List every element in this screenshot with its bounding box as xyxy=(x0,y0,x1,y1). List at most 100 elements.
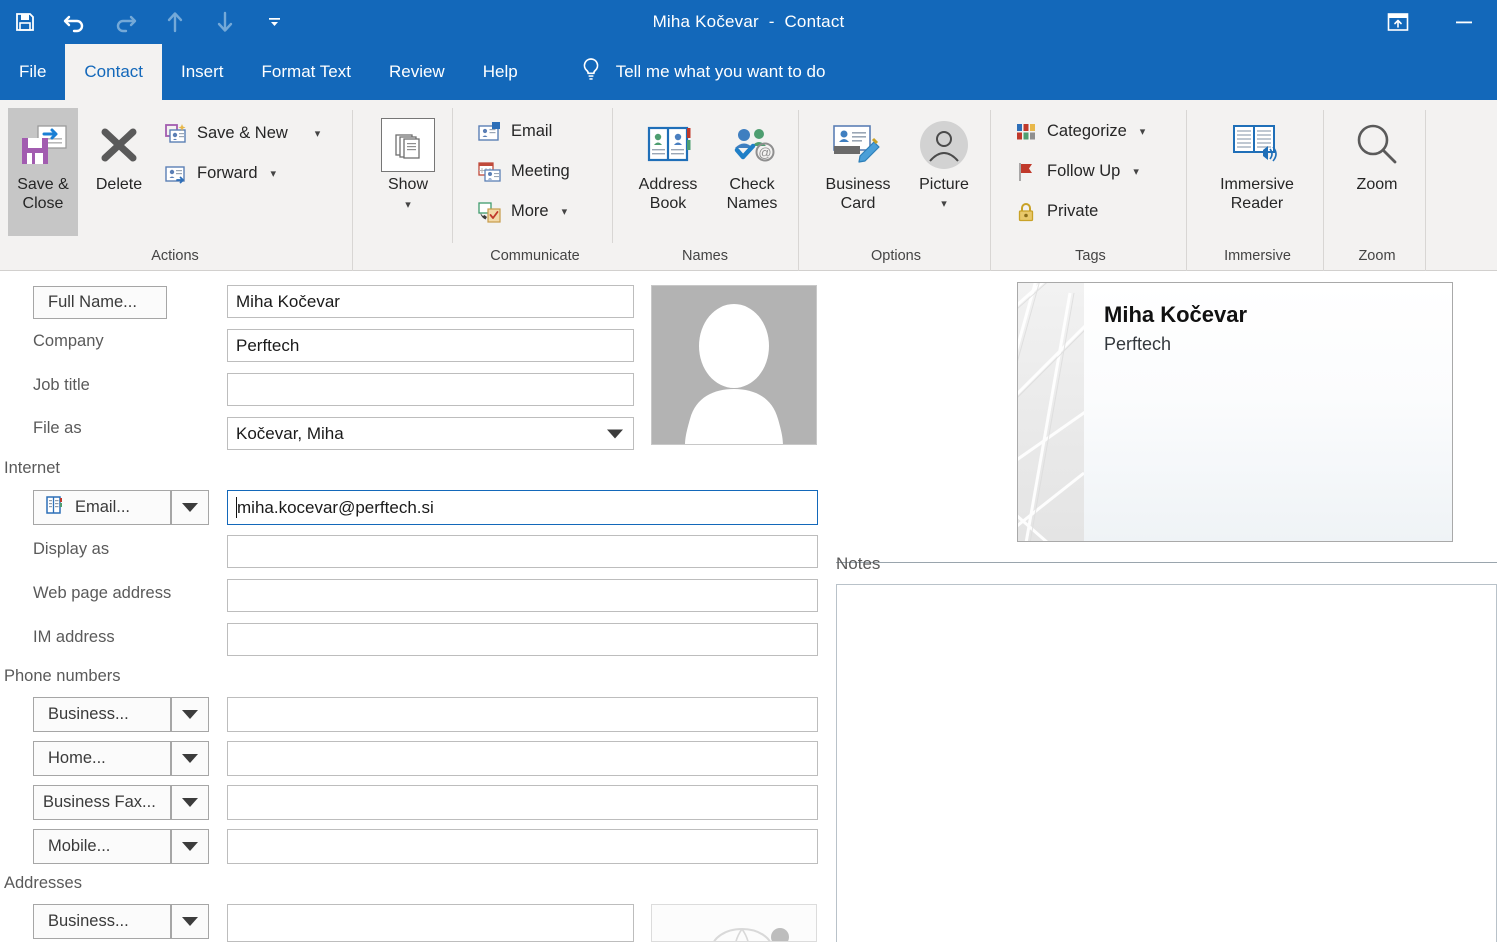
show-button[interactable]: Show ▾ xyxy=(370,108,446,236)
outlook-contact-window: Miha Kočevar - Contact File Contact Inse… xyxy=(0,0,1497,942)
private-button[interactable]: Private xyxy=(1010,194,1175,229)
email-input[interactable]: miha.kocevar@perftech.si xyxy=(227,490,818,525)
picture-button[interactable]: Picture ▾ xyxy=(906,108,982,236)
chevron-down-icon xyxy=(182,798,198,807)
phone-home-input[interactable] xyxy=(227,741,818,776)
im-address-input[interactable] xyxy=(227,623,818,656)
follow-up-button[interactable]: Follow Up ▾ xyxy=(1010,154,1175,189)
notes-textarea[interactable] xyxy=(836,584,1497,942)
address-type-business-dropdown[interactable] xyxy=(171,904,209,939)
undo-icon[interactable] xyxy=(50,0,100,44)
phone-type-home-button[interactable]: Home... xyxy=(33,741,171,776)
phone-type-business-fax-button[interactable]: Business Fax... xyxy=(33,785,171,820)
address-type-business-button[interactable]: Business... xyxy=(33,904,171,939)
chevron-down-icon[interactable]: ▾ xyxy=(315,127,321,140)
file-as-combobox[interactable]: Kočevar, Miha xyxy=(227,417,634,450)
ribbon-group-actions: Save & Close Delete Save & New ▾ Forward… xyxy=(0,100,350,270)
save-and-new-button[interactable]: Save & New ▾ xyxy=(160,116,335,151)
phone-mobile-input[interactable] xyxy=(227,829,818,864)
customize-quick-access-toolbar-icon[interactable] xyxy=(250,0,300,44)
previous-item-icon[interactable] xyxy=(150,0,200,44)
meeting-icon xyxy=(478,160,502,184)
tab-file[interactable]: File xyxy=(0,44,65,100)
email-type-dropdown[interactable] xyxy=(171,490,209,525)
tab-format-text[interactable]: Format Text xyxy=(243,44,370,100)
window-controls xyxy=(1365,0,1497,44)
phone-type-business-fax-dropdown[interactable] xyxy=(171,785,209,820)
map-preview[interactable] xyxy=(651,904,817,942)
display-as-input[interactable] xyxy=(227,535,818,568)
check-names-button[interactable]: @ Check Names xyxy=(712,108,792,236)
email-type-button[interactable]: Email... xyxy=(33,490,171,525)
delete-button[interactable]: Delete xyxy=(84,108,154,236)
job-title-input[interactable] xyxy=(227,373,634,406)
zoom-label: Zoom xyxy=(1356,176,1398,193)
phone-type-mobile-dropdown[interactable] xyxy=(171,829,209,864)
chevron-down-icon[interactable]: ▾ xyxy=(941,198,947,211)
address-book-button[interactable]: Address Book xyxy=(628,108,708,236)
chevron-down-icon[interactable]: ▾ xyxy=(405,199,411,212)
chevron-down-icon[interactable] xyxy=(607,429,623,438)
phone-type-mobile-button[interactable]: Mobile... xyxy=(33,829,171,864)
full-name-input[interactable]: Miha Kočevar xyxy=(227,285,634,318)
chevron-down-icon[interactable]: ▾ xyxy=(271,167,277,180)
phone-business-input[interactable] xyxy=(227,697,818,732)
tell-me-label: Tell me what you want to do xyxy=(615,62,826,81)
save-icon[interactable] xyxy=(0,0,50,44)
ribbon-group-immersive: Immersive Reader Immersive xyxy=(1194,100,1321,270)
ribbon-display-options-icon[interactable] xyxy=(1365,0,1431,44)
tab-insert[interactable]: Insert xyxy=(162,44,243,100)
company-input[interactable]: Perftech xyxy=(227,329,634,362)
immersive-reader-button[interactable]: Immersive Reader xyxy=(1202,108,1312,236)
address-business-input[interactable] xyxy=(227,904,634,942)
email-type-label: Email... xyxy=(75,498,131,516)
phone-type-business-button[interactable]: Business... xyxy=(33,697,171,732)
tell-me-search[interactable]: Tell me what you want to do xyxy=(579,44,826,100)
zoom-button[interactable]: Zoom xyxy=(1337,108,1417,236)
forward-icon xyxy=(164,162,188,186)
ribbon-group-label-immersive: Immersive xyxy=(1224,248,1291,264)
phone-type-business-dropdown[interactable] xyxy=(171,697,209,732)
phone-type-home-dropdown[interactable] xyxy=(171,741,209,776)
chevron-down-icon[interactable]: ▾ xyxy=(1140,125,1146,138)
categorize-button[interactable]: Categorize ▾ xyxy=(1010,114,1175,149)
phone-numbers-section-label: Phone numbers xyxy=(4,667,121,685)
ribbon-group-label-actions: Actions xyxy=(151,248,199,264)
business-card-strip xyxy=(1018,283,1084,541)
chevron-down-icon xyxy=(182,917,198,926)
more-button[interactable]: More ▾ xyxy=(474,194,604,229)
full-name-button[interactable]: Full Name... xyxy=(33,286,167,319)
ribbon-group-label-zoom: Zoom xyxy=(1358,248,1396,264)
check-names-icon: @ xyxy=(727,114,777,176)
tab-help[interactable]: Help xyxy=(464,44,537,100)
next-item-icon[interactable] xyxy=(200,0,250,44)
quick-access-toolbar xyxy=(0,0,300,44)
tab-review[interactable]: Review xyxy=(370,44,464,100)
business-card-button[interactable]: Business Card xyxy=(812,108,904,236)
chevron-down-icon xyxy=(182,503,198,512)
lock-icon xyxy=(1014,200,1038,224)
chevron-down-icon[interactable]: ▾ xyxy=(1133,165,1139,178)
company-label: Company xyxy=(33,332,104,350)
address-book-small-icon xyxy=(44,494,66,521)
redo-icon[interactable] xyxy=(100,0,150,44)
email-value: miha.kocevar@perftech.si xyxy=(237,497,434,517)
tab-contact[interactable]: Contact xyxy=(65,44,162,100)
ribbon-group-names: Address Book @ Check Names Names xyxy=(620,100,790,270)
save-and-close-button[interactable]: Save & Close xyxy=(8,108,78,236)
contact-photo[interactable] xyxy=(651,285,817,445)
forward-button[interactable]: Forward ▾ xyxy=(160,156,335,191)
file-as-label: File as xyxy=(33,419,82,437)
meeting-button[interactable]: Meeting xyxy=(474,154,604,189)
chevron-down-icon xyxy=(182,842,198,851)
minimize-icon[interactable] xyxy=(1431,0,1497,44)
address-book-icon xyxy=(643,114,693,176)
web-page-address-input[interactable] xyxy=(227,579,818,612)
email-button[interactable]: Email xyxy=(474,114,604,149)
business-card-preview[interactable]: Miha Kočevar Perftech xyxy=(1017,282,1453,542)
immersive-reader-label-1: Immersive xyxy=(1220,176,1294,193)
ribbon-group-zoom: Zoom Zoom xyxy=(1331,100,1423,270)
phone-business-fax-input[interactable] xyxy=(227,785,818,820)
address-book-label-1: Address xyxy=(638,176,698,193)
chevron-down-icon[interactable]: ▾ xyxy=(562,205,568,218)
